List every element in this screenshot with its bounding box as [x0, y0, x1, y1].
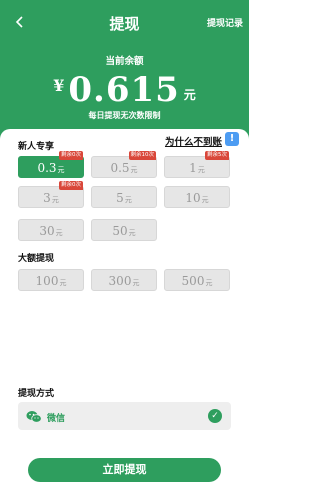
amount-option-value: 10 [185, 191, 201, 205]
daily-limit-note: 每日提现无次数限制 [88, 111, 161, 120]
amount-option-value: 500 [181, 274, 205, 288]
large-amount-option[interactable]: 300元 [91, 269, 157, 291]
wechat-icon [26, 409, 42, 423]
method-section-title: 提现方式 [18, 389, 55, 399]
amount-option[interactable]: 50元 [91, 219, 157, 241]
amount-option-value: 100 [35, 274, 59, 288]
amount-option[interactable]: 0.3元 剩余0次 [18, 151, 84, 178]
balance-label: 当前余额 [105, 56, 144, 67]
balance-unit: 元 [183, 88, 196, 102]
remaining-count-badge: 剩余10次 [128, 151, 156, 160]
amount-option[interactable]: 1元 剩余5次 [164, 151, 230, 178]
amount-option[interactable]: 30元 [18, 219, 84, 241]
amount-option-value: 300 [108, 274, 132, 288]
info-icon[interactable]: ! [225, 132, 239, 146]
large-amount-option[interactable]: 100元 [18, 269, 84, 291]
amount-option-value: 1 [189, 161, 197, 175]
amount-option-value: 5 [116, 191, 124, 205]
balance-amount: ¥0.615 元 [0, 70, 249, 110]
why-not-received-link[interactable]: 为什么不到账 [165, 134, 222, 148]
amount-option[interactable]: 10元 [164, 186, 230, 208]
amount-option-unit: 元 [128, 229, 136, 237]
amount-option-unit: 元 [130, 166, 138, 174]
amount-option-unit: 元 [57, 166, 65, 174]
amount-option-value: 30 [39, 224, 55, 238]
amount-option[interactable]: 3元 剩余0次 [18, 181, 84, 208]
amount-option[interactable]: 0.5元 剩余10次 [91, 151, 157, 178]
remaining-count-badge: 剩余5次 [205, 151, 229, 160]
withdraw-now-button[interactable]: 立即提现 [28, 458, 221, 482]
currency-symbol: ¥ [53, 76, 65, 95]
amount-option-unit: 元 [55, 229, 63, 237]
amount-option-value: 3 [43, 191, 51, 205]
amount-option-unit: 元 [205, 279, 213, 287]
amount-option-unit: 元 [124, 196, 132, 204]
amount-option-unit: 元 [197, 166, 205, 174]
payment-method-label: 微信 [47, 414, 66, 424]
withdraw-record-link[interactable]: 提现记录 [207, 16, 243, 29]
amount-option-unit: 元 [201, 196, 209, 204]
remaining-count-badge: 剩余0次 [59, 151, 83, 160]
check-icon: ✓ [208, 409, 222, 423]
newcomer-section-title: 新人专享 [18, 142, 55, 152]
amount-option-value: 50 [112, 224, 128, 238]
large-section-title: 大额提现 [18, 254, 55, 264]
amount-option-value: 0.3 [37, 161, 57, 175]
header-banner: 提现 提现记录 当前余额 ¥0.615 元 每日提现无次数限制 [0, 0, 249, 150]
amount-option-unit: 元 [59, 279, 67, 287]
remaining-count-badge: 剩余0次 [59, 181, 83, 190]
amount-option-unit: 元 [51, 196, 59, 204]
balance-value: 0.615 [68, 70, 180, 110]
amount-option-value: 0.5 [110, 161, 130, 175]
amount-option[interactable]: 5元 [91, 186, 157, 208]
amount-option-unit: 元 [132, 279, 140, 287]
large-amount-option[interactable]: 500元 [164, 269, 230, 291]
payment-method-wechat[interactable]: 微信 ✓ [18, 402, 231, 430]
withdraw-panel [0, 129, 249, 494]
